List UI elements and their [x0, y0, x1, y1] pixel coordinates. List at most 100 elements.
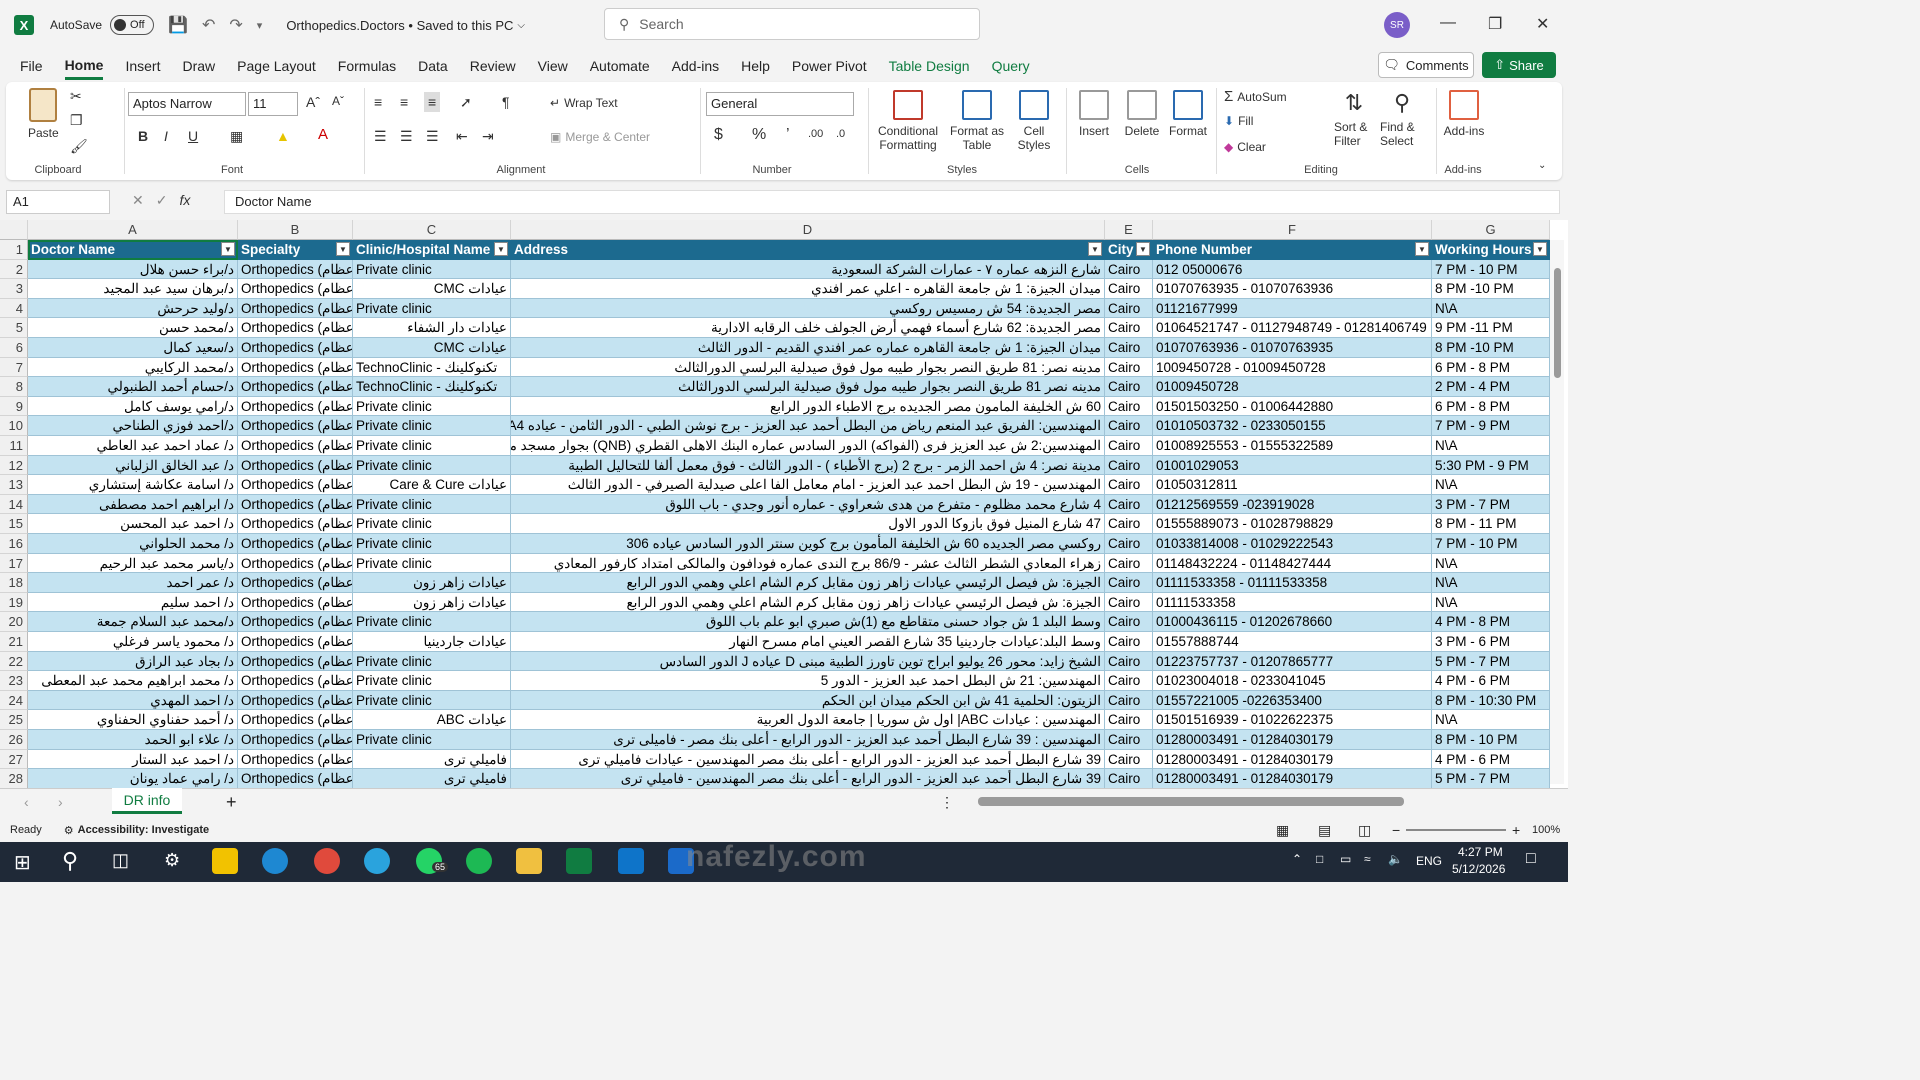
row-header[interactable]: 21 [0, 632, 28, 652]
increase-font-icon[interactable]: Aˆ [306, 94, 320, 110]
table-cell[interactable]: عيادات زاهر زون [353, 592, 511, 613]
table-cell[interactable]: 01070763935 - 01070763936 [1153, 279, 1432, 299]
delete-cells-button[interactable]: Delete [1122, 90, 1162, 138]
table-cell[interactable]: د/ محمود ياسر فرغلي [28, 632, 238, 652]
filter-dropdown-icon[interactable]: ▼ [494, 242, 508, 256]
table-cell[interactable]: Private clinic [353, 298, 511, 319]
sort-filter-button[interactable]: ⇅ Sort & Filter [1334, 90, 1374, 148]
table-cell[interactable]: د/ محمد ابراهيم محمد عبد المعطى [28, 671, 238, 691]
align-bottom-icon[interactable]: ≡ [424, 92, 441, 112]
table-header-cell[interactable]: Address ▼ [511, 240, 1105, 260]
align-left-icon[interactable]: ☰ [374, 128, 387, 145]
table-cell[interactable]: Cairo [1105, 298, 1153, 319]
autosum-button[interactable]: Σ AutoSum [1224, 88, 1287, 105]
table-cell[interactable]: د/ عماد احمد عبد العاطي [28, 436, 238, 456]
table-cell[interactable]: وسط البلد 1 ش جواد حسنى متقاطع مع (1)ش ص… [511, 612, 1105, 632]
table-cell[interactable]: 01555889073 - 01028798829 [1153, 514, 1432, 534]
tab-view[interactable]: View [538, 54, 568, 78]
orientation-icon[interactable]: ➚ [460, 94, 472, 111]
table-cell[interactable]: Cairo [1105, 475, 1153, 495]
table-cell[interactable]: Orthopedics (عظام) [238, 377, 353, 397]
table-cell[interactable]: د/ احمد عبد المحسن [28, 514, 238, 534]
table-cell[interactable]: د/ عمر احمد [28, 573, 238, 593]
sheet-tab-dr-info[interactable]: DR info [112, 788, 182, 814]
document-title[interactable]: Orthopedics.Doctors • Saved to this PC [286, 18, 513, 33]
font-size-select[interactable]: 11 [248, 92, 298, 116]
table-cell[interactable]: 01501516939 - 01022622375 [1153, 710, 1432, 730]
table-cell[interactable]: 8 PM - 10:30 PM [1432, 690, 1550, 711]
table-cell[interactable]: د/رامي يوسف كامل [28, 396, 238, 417]
search-input[interactable]: ⚲ Search [604, 8, 980, 40]
number-format-select[interactable]: General [706, 92, 854, 116]
tab-add-ins[interactable]: Add-ins [672, 54, 719, 78]
filter-dropdown-icon[interactable]: ▼ [221, 242, 235, 256]
insert-cells-button[interactable]: Insert [1076, 90, 1112, 138]
column-header-g[interactable]: G [1432, 220, 1550, 240]
table-cell[interactable]: 4 PM - 6 PM [1432, 749, 1550, 770]
horizontal-scroll-thumb[interactable] [978, 797, 1404, 806]
table-cell[interactable]: عيادات CMC [353, 338, 511, 358]
row-header[interactable]: 2 [0, 259, 28, 280]
table-cell[interactable]: عيادات ABC [353, 710, 511, 730]
table-cell[interactable]: Cairo [1105, 671, 1153, 691]
table-cell[interactable]: Cairo [1105, 338, 1153, 358]
table-cell[interactable]: عيادات Care & Cure [353, 475, 511, 495]
fill-button[interactable]: ⬇ Fill [1224, 114, 1253, 128]
insert-function-icon[interactable]: fx [179, 192, 190, 209]
table-cell[interactable]: مدينة نصر: 4 ش احمد الزمر - برج 2 (برج ا… [511, 455, 1105, 476]
table-cell[interactable]: Orthopedics (عظام) [238, 298, 353, 319]
name-box[interactable]: A1 [6, 190, 110, 214]
column-header-f[interactable]: F [1153, 220, 1432, 240]
table-cell[interactable]: عيادات CMC [353, 279, 511, 299]
column-header-a[interactable]: A [28, 220, 238, 240]
edge-icon[interactable] [262, 848, 288, 874]
tab-page-layout[interactable]: Page Layout [237, 54, 316, 78]
table-cell[interactable]: 3 PM - 7 PM [1432, 494, 1550, 515]
table-cell[interactable]: Orthopedics (عظام) [238, 279, 353, 299]
conditional-formatting-button[interactable]: Conditional Formatting [876, 90, 940, 152]
table-cell[interactable]: 8 PM -10 PM [1432, 338, 1550, 358]
table-cell[interactable]: 4 شارع محمد مظلوم - متفرع من هدى شعراوي … [511, 494, 1105, 515]
table-cell[interactable]: 7 PM - 10 PM [1432, 259, 1550, 280]
table-cell[interactable]: Private clinic [353, 651, 511, 672]
table-cell[interactable]: Private clinic [353, 416, 511, 436]
row-header[interactable]: 15 [0, 514, 28, 534]
table-cell[interactable]: 01557221005 -0226353400 [1153, 690, 1432, 711]
select-all-corner[interactable] [0, 220, 28, 240]
find-select-button[interactable]: ⚲ Find & Select [1380, 90, 1424, 148]
table-cell[interactable]: 7 PM - 10 PM [1432, 534, 1550, 554]
table-cell[interactable]: 2 PM - 4 PM [1432, 377, 1550, 397]
zoom-in-icon[interactable]: + [1512, 822, 1520, 838]
table-cell[interactable]: 01023004018 - 0233041045 [1153, 671, 1432, 691]
table-cell[interactable]: الجيزة: ش فيصل الرئيسي عيادات زاهر زون م… [511, 573, 1105, 593]
table-cell[interactable]: 01148432224 - 01148427444 [1153, 553, 1432, 574]
share-button[interactable]: ⇧ Share [1482, 52, 1556, 78]
align-top-icon[interactable]: ≡ [374, 94, 382, 110]
table-cell[interactable]: 4 PM - 8 PM [1432, 612, 1550, 632]
table-cell[interactable]: Cairo [1105, 279, 1153, 299]
table-cell[interactable]: 01000436115 - 01202678660 [1153, 612, 1432, 632]
table-cell[interactable]: Cairo [1105, 514, 1153, 534]
table-cell[interactable]: 9 PM -11 PM [1432, 318, 1550, 338]
table-cell[interactable]: N\A [1432, 475, 1550, 495]
table-header-cell[interactable]: City ▼ [1105, 240, 1153, 260]
table-cell[interactable]: Cairo [1105, 436, 1153, 456]
add-sheet-button[interactable]: + [226, 792, 237, 813]
table-header-cell[interactable]: Working Hours ▼ [1432, 240, 1550, 260]
table-cell[interactable]: N\A [1432, 592, 1550, 613]
tab-draw[interactable]: Draw [182, 54, 215, 78]
row-header[interactable]: 8 [0, 377, 28, 397]
chevron-down-icon[interactable]: ⌵ [517, 20, 525, 31]
table-cell[interactable]: Orthopedics (عظام) [238, 396, 353, 417]
row-header[interactable]: 12 [0, 455, 28, 476]
table-cell[interactable]: د/ رامي عماد يونان [28, 769, 238, 788]
telegram-icon[interactable] [364, 848, 390, 874]
store-icon[interactable] [212, 848, 238, 874]
table-cell[interactable]: 01009450728 [1153, 377, 1432, 397]
table-cell[interactable]: د/محمد الركايبي [28, 357, 238, 378]
table-cell[interactable]: Cairo [1105, 494, 1153, 515]
table-cell[interactable]: 39 شارع البطل أحمد عبد العزيز - الدور ال… [511, 769, 1105, 788]
table-cell[interactable]: Private clinic [353, 553, 511, 574]
table-cell[interactable]: Orthopedics (عظام) [238, 494, 353, 515]
filter-dropdown-icon[interactable]: ▼ [1415, 242, 1429, 256]
